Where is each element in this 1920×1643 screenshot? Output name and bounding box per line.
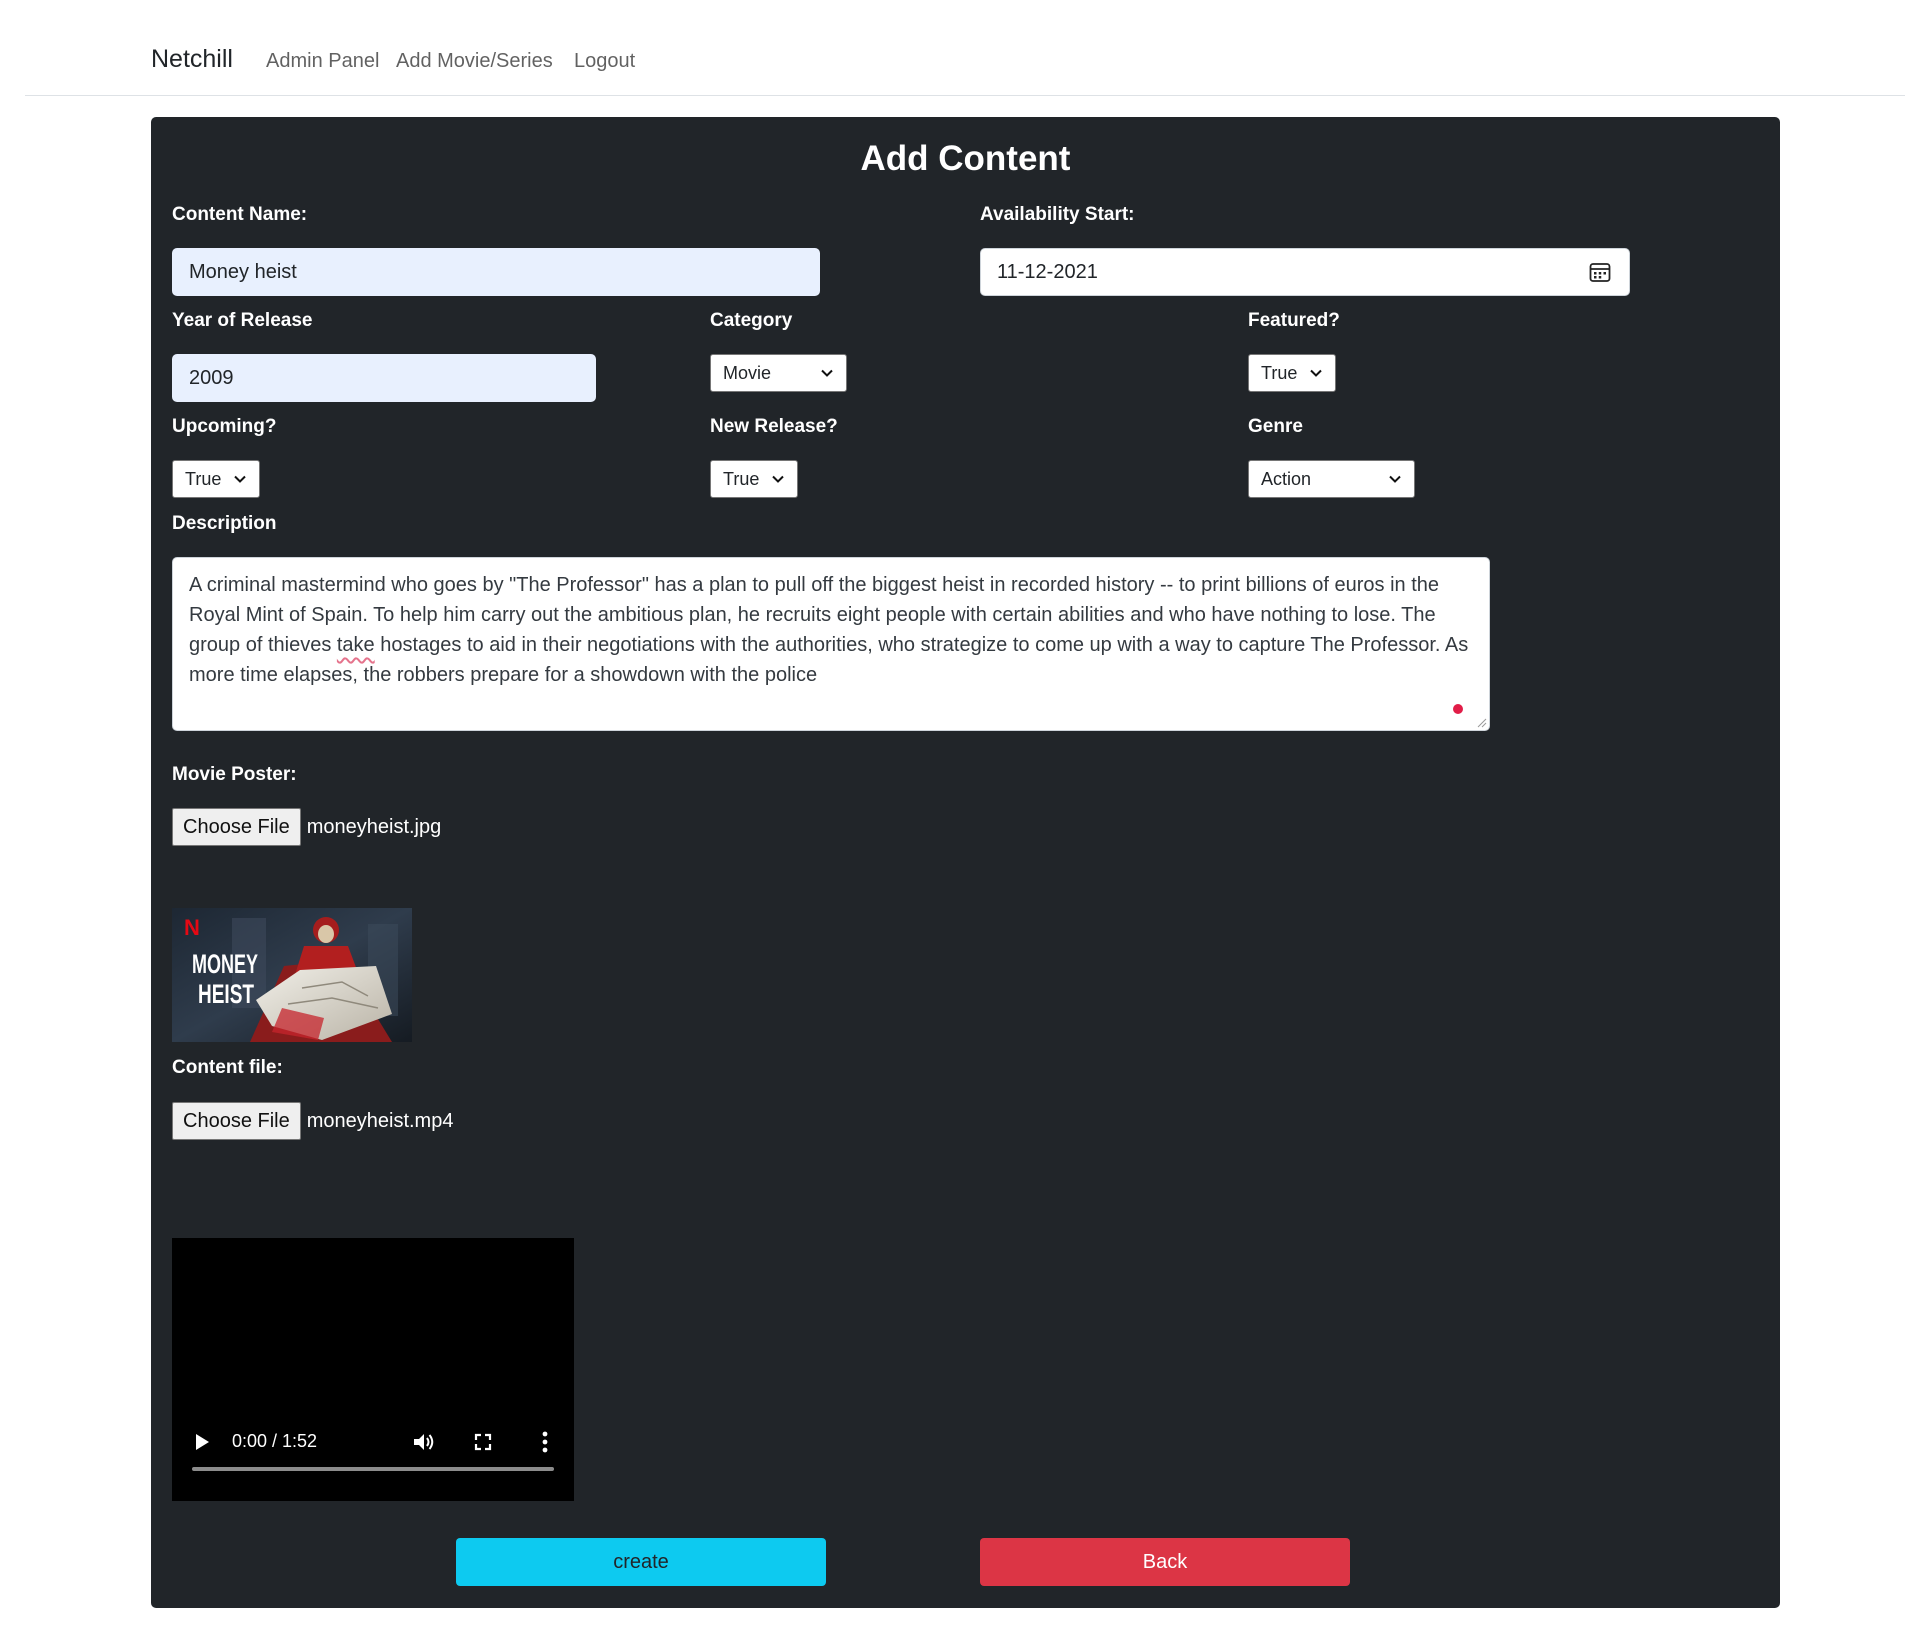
upcoming-select[interactable]: True bbox=[172, 460, 260, 498]
category-selected-value: Movie bbox=[723, 362, 772, 383]
spellcheck-flagged-word: take bbox=[336, 634, 375, 656]
navbar: Netchill Admin Panel Add Movie/Series Lo… bbox=[25, 0, 1905, 96]
content-file-input[interactable]: Choose File moneyheist.mp4 bbox=[172, 1102, 453, 1140]
availability-start-input[interactable] bbox=[981, 248, 1571, 296]
brand-link[interactable]: Netchill bbox=[151, 45, 233, 74]
content-file-label: Content file: bbox=[172, 1057, 283, 1078]
chevron-down-icon bbox=[1389, 475, 1401, 483]
category-label: Category bbox=[710, 310, 793, 331]
grammar-indicator-dot[interactable] bbox=[1453, 704, 1463, 714]
new-release-select[interactable]: True bbox=[710, 460, 798, 498]
fullscreen-icon[interactable] bbox=[474, 1433, 492, 1451]
poster-filename: moneyheist.jpg bbox=[306, 815, 442, 838]
genre-selected-value: Action bbox=[1261, 468, 1312, 489]
description-textarea[interactable]: A criminal mastermind who goes by "The P… bbox=[172, 557, 1490, 731]
poster-title-line2: HEIST bbox=[198, 979, 254, 1009]
play-icon[interactable] bbox=[194, 1433, 210, 1451]
movie-poster-label: Movie Poster: bbox=[172, 764, 297, 785]
featured-label: Featured? bbox=[1248, 310, 1340, 331]
chevron-down-icon bbox=[821, 369, 833, 377]
add-content-card: Add Content Content Name: Availability S… bbox=[151, 117, 1780, 1608]
resize-handle-icon[interactable] bbox=[1475, 716, 1487, 728]
video-progress-bar[interactable] bbox=[192, 1467, 554, 1471]
genre-select[interactable]: Action bbox=[1248, 460, 1415, 498]
content-filename: moneyheist.mp4 bbox=[306, 1109, 454, 1132]
nav-add-movie-series[interactable]: Add Movie/Series bbox=[396, 50, 553, 73]
video-player[interactable]: 0:00 / 1:52 bbox=[172, 1238, 574, 1501]
create-button[interactable]: create bbox=[456, 1538, 826, 1586]
upcoming-label: Upcoming? bbox=[172, 416, 277, 437]
availability-start-label: Availability Start: bbox=[980, 204, 1135, 225]
year-of-release-label: Year of Release bbox=[172, 310, 313, 331]
year-of-release-input[interactable] bbox=[172, 354, 596, 402]
choose-poster-file-button[interactable]: Choose File bbox=[172, 808, 301, 846]
content-name-input[interactable] bbox=[172, 248, 820, 296]
back-button[interactable]: Back bbox=[980, 1538, 1350, 1586]
chevron-down-icon bbox=[234, 475, 246, 483]
featured-selected-value: True bbox=[1261, 362, 1298, 383]
featured-select[interactable]: True bbox=[1248, 354, 1336, 392]
poster-title-line1: MONEY bbox=[192, 949, 258, 979]
genre-label: Genre bbox=[1248, 416, 1303, 437]
poster-preview-image: N MONEY HEIST bbox=[172, 908, 412, 1042]
chevron-down-icon bbox=[1310, 369, 1322, 377]
new-release-label: New Release? bbox=[710, 416, 838, 437]
upcoming-selected-value: True bbox=[185, 468, 222, 489]
category-select[interactable]: Movie bbox=[710, 354, 847, 392]
nav-logout[interactable]: Logout bbox=[574, 50, 635, 73]
availability-start-field[interactable] bbox=[980, 248, 1630, 296]
video-time-display: 0:00 / 1:52 bbox=[232, 1431, 318, 1451]
choose-content-file-button[interactable]: Choose File bbox=[172, 1102, 301, 1140]
volume-icon[interactable] bbox=[412, 1431, 434, 1453]
nav-admin-panel[interactable]: Admin Panel bbox=[266, 50, 379, 73]
movie-poster-file-input[interactable]: Choose File moneyheist.jpg bbox=[172, 808, 441, 846]
poster-logo-text: N bbox=[184, 915, 200, 940]
chevron-down-icon bbox=[772, 475, 784, 483]
more-options-icon[interactable] bbox=[542, 1431, 548, 1453]
description-label: Description bbox=[172, 513, 277, 534]
description-text-after: hostages to aid in their negotiations wi… bbox=[189, 634, 1469, 686]
calendar-icon[interactable] bbox=[1589, 261, 1611, 283]
content-name-label: Content Name: bbox=[172, 204, 308, 225]
new-release-selected-value: True bbox=[723, 468, 760, 489]
page-title: Add Content bbox=[860, 139, 1071, 178]
